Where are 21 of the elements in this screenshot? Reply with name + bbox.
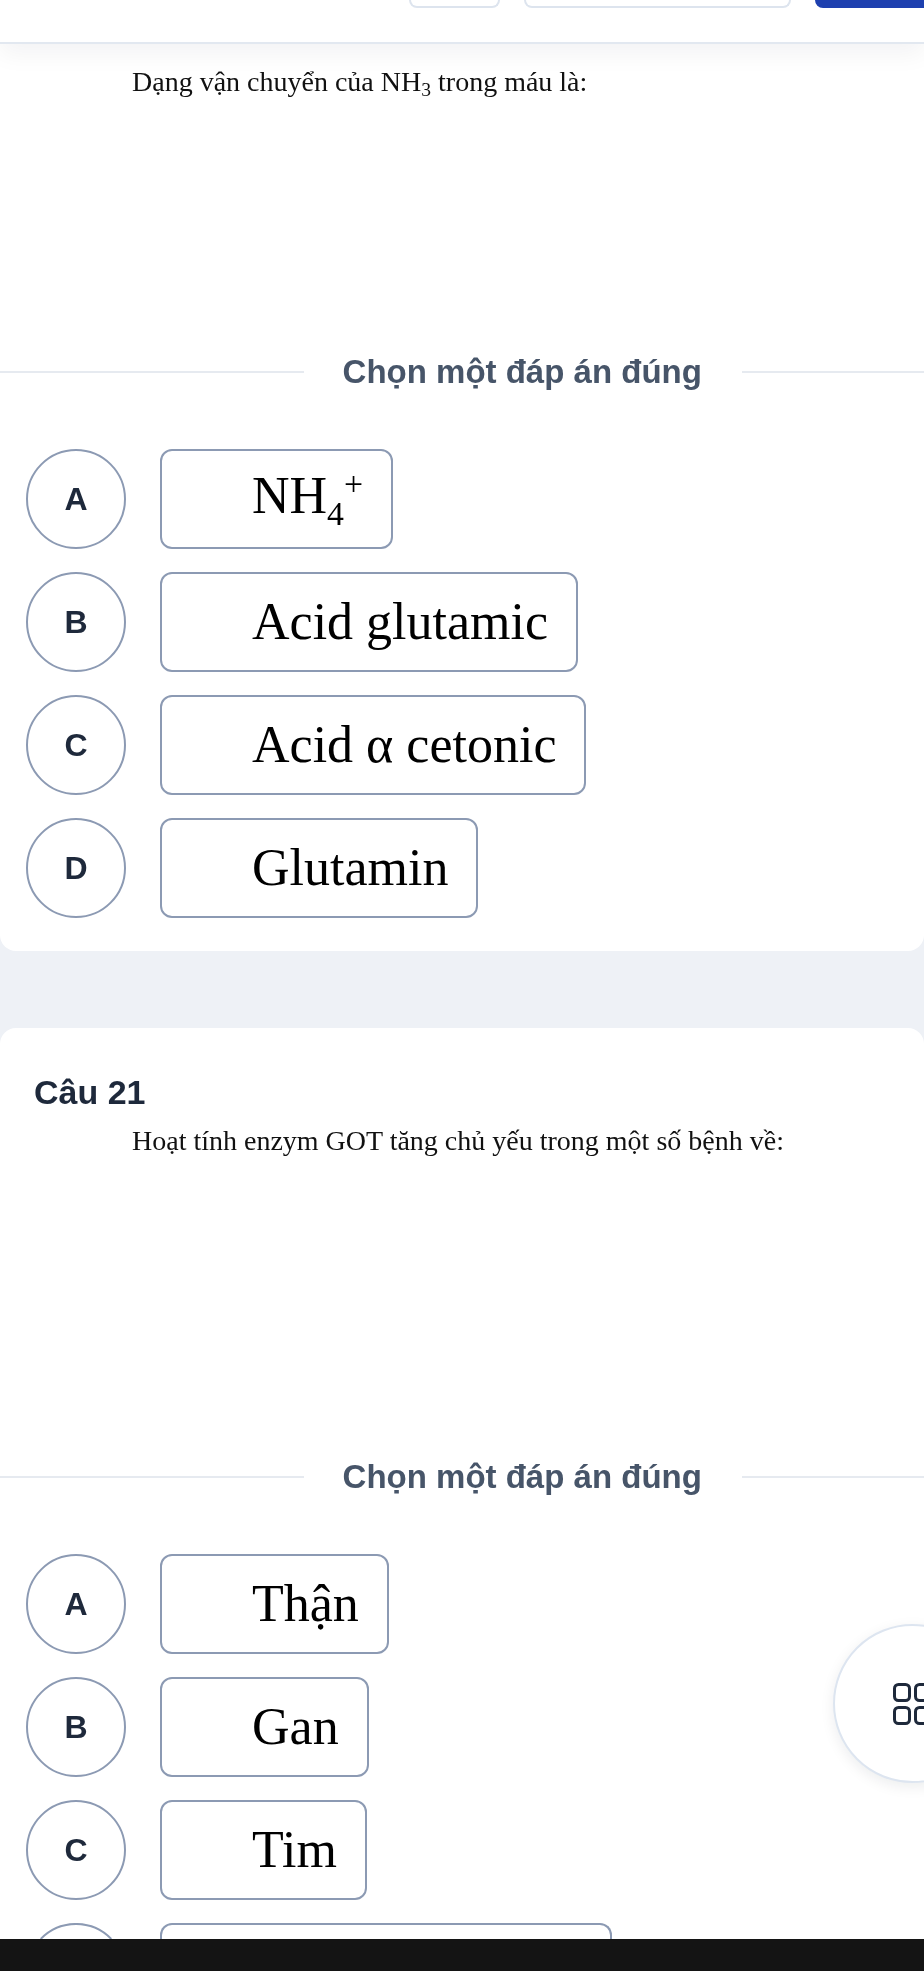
question-text: Hoạt tính enzym GOT tăng chủ yếu trong một số bệnh về: xyxy=(132,1124,784,1158)
answer-option[interactable]: Tim xyxy=(160,1800,367,1900)
option-circle-edge[interactable] xyxy=(40,1923,112,1939)
grid-icon xyxy=(893,1682,924,1725)
instruction-text: Chọn một đáp án đúng xyxy=(342,352,702,392)
question-title: Câu 21 xyxy=(34,1072,146,1113)
option-letter[interactable]: B xyxy=(26,1677,126,1777)
answer-option[interactable]: Thận xyxy=(160,1554,389,1654)
answer-option[interactable]: Acid glutamic xyxy=(160,572,579,672)
option-letter[interactable]: C xyxy=(26,1800,126,1900)
answer-option[interactable]: Gan xyxy=(160,1677,369,1777)
option-letter[interactable]: C xyxy=(26,695,126,795)
answer-option[interactable]: Acid α cetonic xyxy=(160,695,587,795)
option-letter[interactable]: B xyxy=(26,572,126,672)
instruction-text: Chọn một đáp án đúng xyxy=(342,1457,702,1497)
header-button[interactable] xyxy=(815,0,924,8)
option-letter[interactable]: D xyxy=(26,818,126,918)
question-text: Dạng vận chuyển của NH$_{3}$ trong máu là: xyxy=(132,65,588,100)
option-letter[interactable]: A xyxy=(26,449,126,549)
answer-option[interactable]: Glutamin xyxy=(160,818,479,918)
option-letter[interactable]: A xyxy=(26,1554,126,1654)
